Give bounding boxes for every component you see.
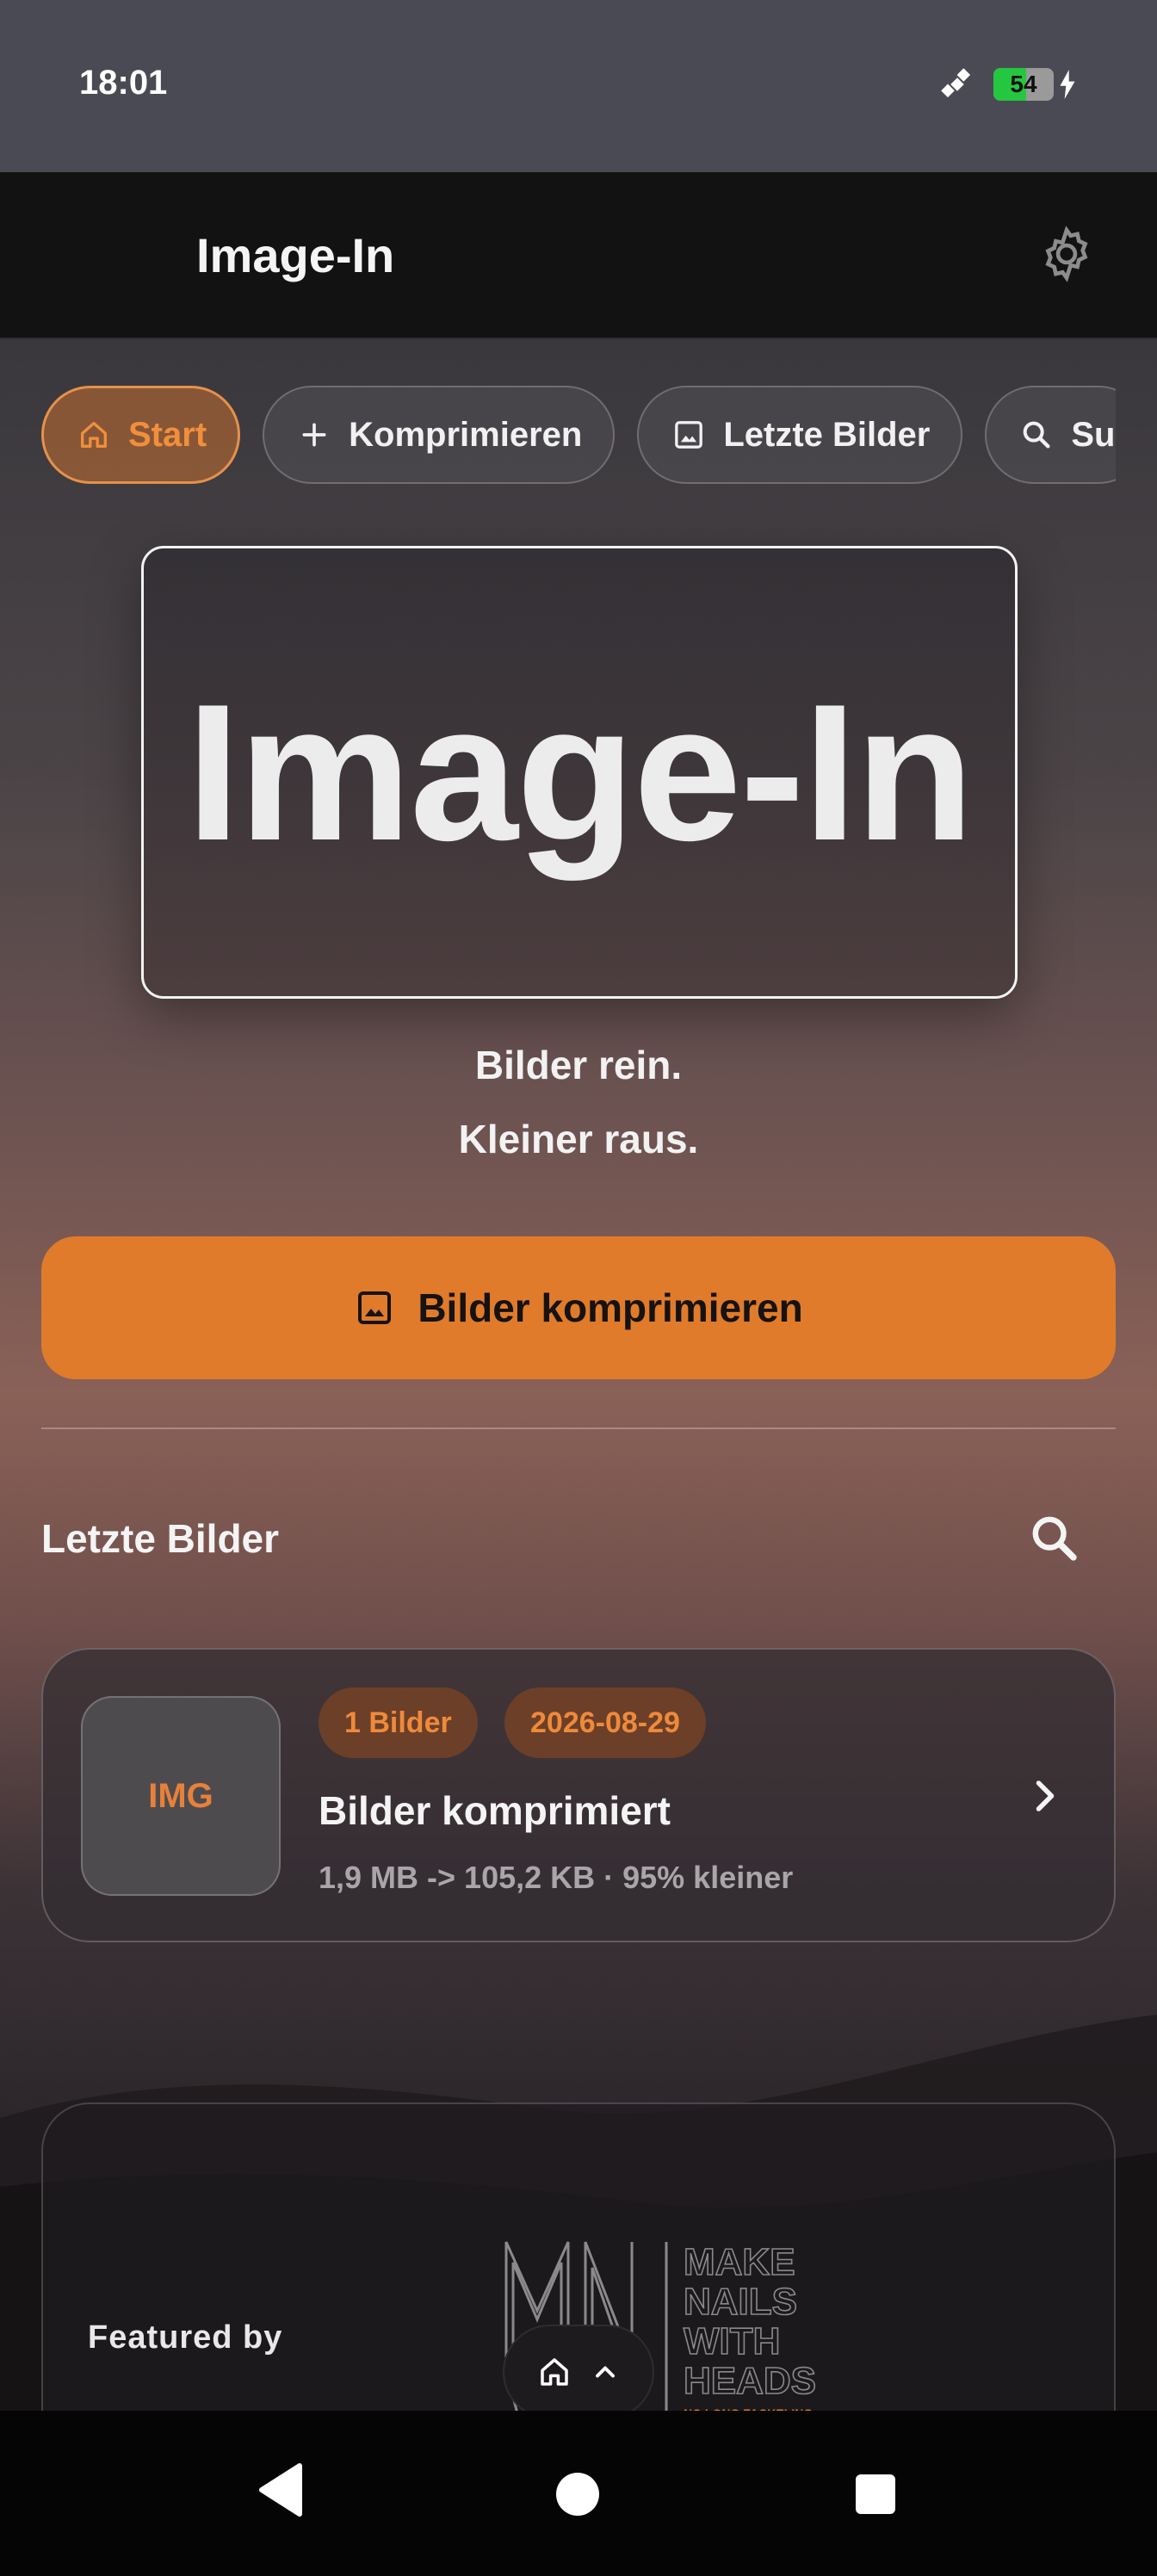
system-navigation-bar (0, 2411, 1157, 2576)
plus-icon (302, 423, 326, 447)
home-icon (541, 2358, 568, 2386)
home-icon (81, 422, 108, 448)
search-button[interactable] (1024, 1508, 1085, 1569)
tab-komprimieren[interactable]: Komprimieren (263, 386, 616, 484)
chevron-right-icon (1036, 1780, 1055, 1811)
home-scroll-up-button[interactable] (503, 2325, 654, 2419)
recent-image-card[interactable]: IMG 1 Bilder 2026-08-29 Bilder komprimie… (41, 1648, 1116, 1942)
image-icon (675, 421, 703, 449)
date-chip: 2026-08-29 (504, 1687, 706, 1758)
divider (41, 1427, 1116, 1429)
logo-word: NAILS (684, 2281, 797, 2323)
tab-label: Letzte Bilder (723, 415, 931, 454)
logo-word: MAKE (684, 2241, 795, 2283)
tab-letzte-bilder[interactable]: Letzte Bilder (637, 386, 963, 484)
hero-banner: Image-In (141, 546, 1018, 999)
compress-button-label: Bilder komprimieren (418, 1285, 803, 1330)
chevron-up-icon (596, 2366, 615, 2378)
status-icons: 54 (938, 65, 1078, 103)
card-subtitle: 1,9 MB -> 105,2 KB · 95% kleiner (319, 1860, 794, 1895)
app-bar: Image-In (0, 172, 1157, 339)
search-icon (1024, 421, 1050, 449)
gear-icon (1045, 226, 1088, 282)
recent-apps-icon[interactable] (856, 2474, 895, 2514)
search-icon (1032, 1516, 1077, 1561)
logo-word: WITH (684, 2320, 780, 2362)
tagline-line-1: Bilder rein. (474, 1043, 683, 1087)
card-title: Bilder komprimiert (319, 1788, 671, 1833)
image-icon (358, 1291, 392, 1324)
tagline-line-2: Kleiner raus. (458, 1117, 699, 1161)
hero-title: Image-In (186, 663, 974, 881)
satellite-icon (941, 68, 971, 98)
charging-icon (1060, 70, 1075, 99)
image-thumbnail: IMG (81, 1696, 281, 1896)
tab-label: Su (1071, 415, 1116, 454)
tab-bar: Start Komprimieren Letzte Bilder Su (41, 386, 1116, 486)
battery-indicator: 54 (993, 68, 1078, 101)
tab-label: Komprimieren (349, 415, 583, 454)
settings-button[interactable] (1036, 224, 1097, 284)
battery-level: 54 (1010, 71, 1037, 97)
featured-label: Featured by (88, 2319, 283, 2356)
app-title: Image-In (196, 228, 395, 282)
image-count-chip: 1 Bilder (319, 1687, 478, 1758)
compress-images-button[interactable]: Bilder komprimieren (41, 1236, 1116, 1379)
status-time: 18:01 (79, 64, 168, 102)
tab-suche[interactable]: Su (985, 386, 1116, 484)
logo-word: HEADS (684, 2360, 816, 2402)
tab-label: Start (128, 415, 207, 454)
status-bar: 18:01 54 (0, 0, 1157, 172)
back-icon[interactable] (255, 2462, 303, 2517)
tab-start[interactable]: Start (41, 386, 241, 484)
home-nav-icon[interactable] (556, 2473, 599, 2516)
recent-images-title: Letzte Bilder (41, 1516, 280, 1561)
